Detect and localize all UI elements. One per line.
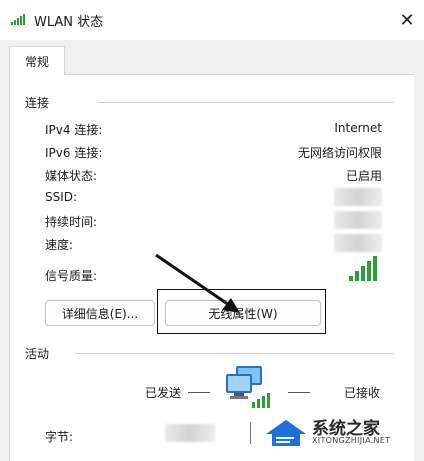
ssid-value-redacted [334,188,382,206]
activity-section-label: 活动 [25,347,50,361]
received-label: 已接收 [344,386,381,400]
tab-general[interactable]: 常规 [9,46,65,75]
media-state-label: 媒体状态: [45,169,98,183]
connection-divider [98,102,394,103]
highlight-box [157,289,326,334]
activity-divider [75,353,394,354]
site-watermark: 系统之家 XITONGZHIJIA.NET [264,414,414,450]
duration-label: 持续时间: [45,215,98,229]
window-title: WLAN 状态 [34,15,104,30]
signal-quality-label: 信号质量: [45,269,98,283]
ipv6-value: 无网络访问权限 [297,146,382,160]
details-button[interactable]: 详细信息(E)... [45,300,155,326]
ipv4-label: IPv4 连接: [45,123,103,137]
watermark-logo-icon [266,420,306,446]
tab-general-label: 常规 [24,54,49,69]
wifi-signal-icon [11,14,25,25]
bytes-sent-redacted [165,424,215,442]
close-icon: ✕ [399,9,415,31]
network-computers-icon [226,366,270,408]
bytes-label: 字节: [45,430,74,444]
media-state-value: 已启用 [345,169,382,183]
wlan-status-window: WLAN 状态 ✕ 常规 连接 IPv4 连接: Internet IPv6 连… [0,0,424,461]
sent-label: 已发送 [145,386,182,400]
speed-label: 速度: [45,238,74,252]
connection-section-label: 连接 [25,96,50,110]
ssid-label: SSID: [45,190,78,204]
sent-dash [188,392,210,393]
ipv6-label: IPv6 连接: [45,146,103,160]
duration-value-redacted [334,211,382,229]
speed-value-redacted [334,234,382,252]
watermark-sub-text: XITONGZHIJIA.NET [312,436,391,445]
close-button[interactable]: ✕ [390,0,424,40]
signal-quality-icon [349,256,377,281]
bytes-separator [250,422,251,444]
title-bar: WLAN 状态 ✕ [0,0,424,40]
received-dash [288,392,310,393]
details-button-label: 详细信息(E)... [61,306,139,321]
ipv4-value: Internet [334,121,382,135]
